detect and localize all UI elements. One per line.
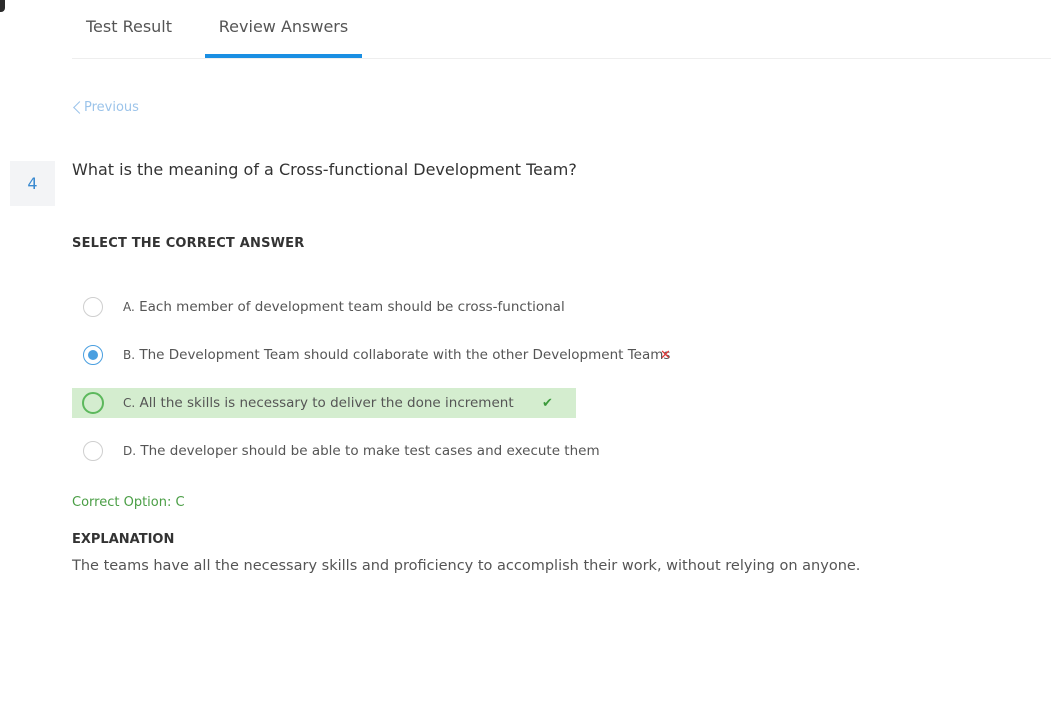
explanation-text: The teams have all the necessary skills … bbox=[72, 558, 861, 574]
correct-option-text: Correct Option: C bbox=[72, 495, 185, 510]
option-letter: B. bbox=[123, 348, 136, 362]
select-answer-heading: SELECT THE CORRECT ANSWER bbox=[72, 236, 305, 251]
explanation-heading: EXPLANATION bbox=[72, 532, 175, 547]
option-text: All the skills is necessary to deliver t… bbox=[139, 395, 514, 411]
previous-button[interactable]: Previous bbox=[72, 100, 139, 115]
option-letter: A. bbox=[123, 300, 135, 314]
question-number: 4 bbox=[10, 161, 55, 206]
option-text: The Development Team should collaborate … bbox=[139, 347, 671, 363]
option-label: D. The developer should be able to make … bbox=[123, 436, 600, 466]
option-text: The developer should be able to make tes… bbox=[140, 443, 600, 459]
radio-button[interactable] bbox=[83, 297, 103, 317]
question-text: What is the meaning of a Cross-functiona… bbox=[72, 160, 577, 179]
option-letter: D. bbox=[123, 444, 137, 458]
radio-button[interactable] bbox=[83, 441, 103, 461]
active-tab-indicator bbox=[205, 54, 362, 58]
option-label: C. All the skills is necessary to delive… bbox=[123, 388, 514, 418]
option-letter: C. bbox=[123, 396, 136, 410]
answer-option-a[interactable]: A. Each member of development team shoul… bbox=[72, 292, 672, 322]
radio-button-selected[interactable] bbox=[83, 345, 103, 365]
answer-option-d[interactable]: D. The developer should be able to make … bbox=[72, 436, 672, 466]
wrong-answer-icon: ✕ bbox=[660, 348, 671, 363]
option-label: B. The Development Team should collabora… bbox=[123, 340, 670, 370]
tab-test-result[interactable]: Test Result bbox=[82, 0, 176, 58]
check-icon: ✔ bbox=[542, 396, 553, 411]
previous-label: Previous bbox=[84, 100, 139, 115]
option-label: A. Each member of development team shoul… bbox=[123, 292, 565, 322]
option-text: Each member of development team should b… bbox=[139, 299, 565, 315]
answer-option-c[interactable]: C. All the skills is necessary to delive… bbox=[72, 388, 576, 418]
answer-option-b[interactable]: B. The Development Team should collabora… bbox=[72, 340, 692, 370]
radio-button-correct[interactable] bbox=[82, 392, 104, 414]
tab-review-answers[interactable]: Review Answers bbox=[205, 0, 362, 58]
tab-bar: Test Result Review Answers bbox=[72, 0, 1051, 59]
window-corner-mark bbox=[0, 0, 5, 12]
